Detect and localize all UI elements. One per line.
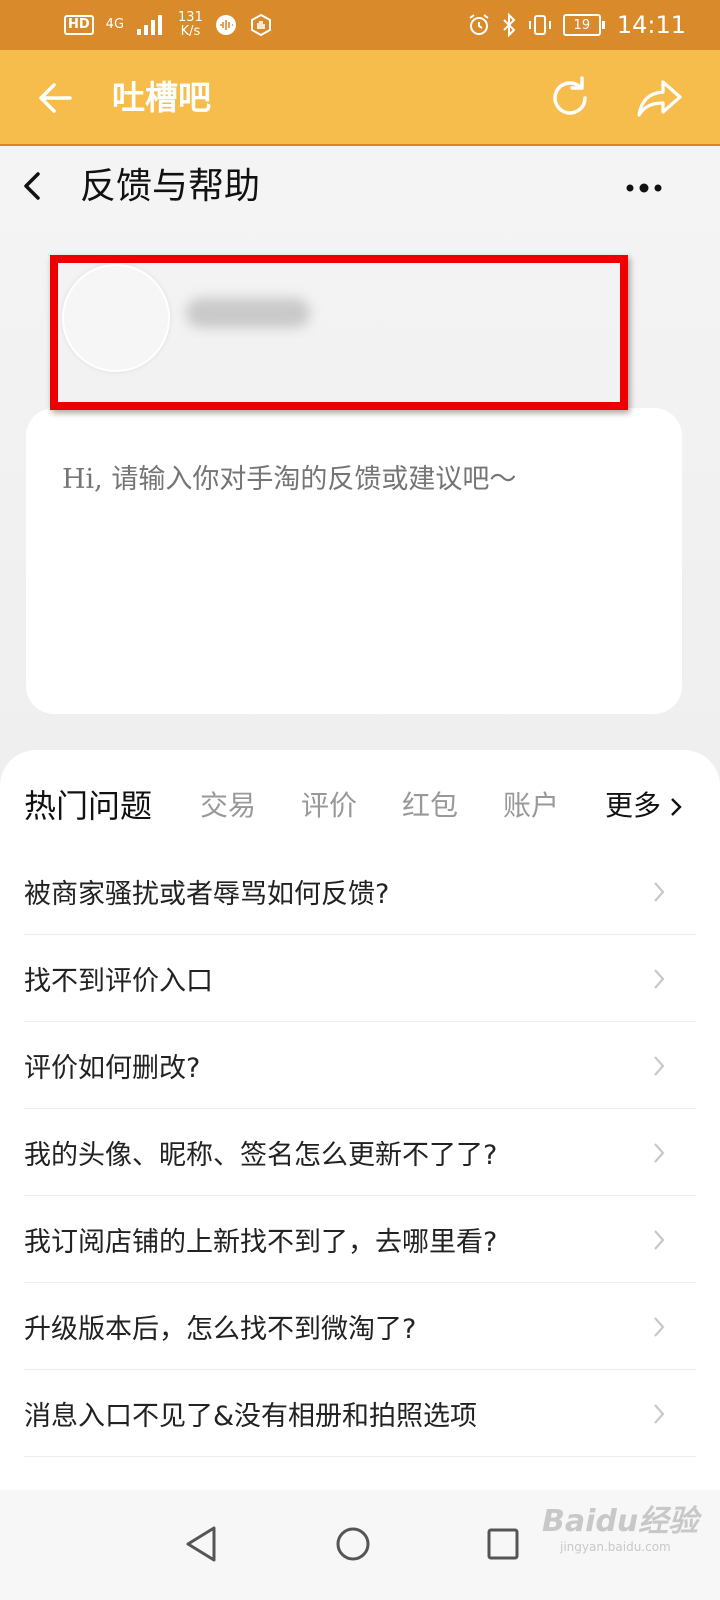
status-left-group: HD 4G 131 K/s (64, 0, 273, 50)
question-item[interactable]: 我的头像、昵称、签名怎么更新不了了? (24, 1109, 696, 1196)
hot-questions-panel: 热门问题 交易 评价 红包 账户 更多 被商家骚扰或者辱骂如何反馈? 找不到评价… (0, 750, 720, 1490)
question-text: 找不到评价入口 (24, 965, 213, 997)
nav-recents-icon[interactable] (477, 1518, 529, 1570)
chevron-right-icon (654, 969, 665, 989)
vibrate-icon (528, 15, 551, 35)
tab-review[interactable]: 评价 (301, 778, 357, 834)
clock: 14:11 (616, 11, 686, 39)
hd-indicator: HD (64, 15, 94, 35)
chevron-left-icon[interactable] (18, 166, 48, 206)
bluetooth-icon (503, 13, 516, 37)
share-icon[interactable] (636, 74, 684, 122)
hot-questions-title: 热门问题 (24, 787, 153, 825)
status-bar: HD 4G 131 K/s 19 14:11 (0, 0, 720, 50)
highlight-annotation-box (50, 255, 628, 410)
chevron-right-icon (654, 1230, 665, 1250)
question-tabs: 热门问题 交易 评价 红包 账户 更多 (0, 778, 720, 834)
page-nav: 反馈与帮助 (0, 146, 720, 232)
question-item[interactable]: 评价如何删改? (24, 1022, 696, 1109)
network-type: 4G (105, 17, 125, 32)
tab-account[interactable]: 账户 (503, 778, 559, 834)
tab-trade[interactable]: 交易 (200, 778, 256, 834)
back-arrow-icon[interactable] (34, 76, 78, 120)
question-list: 被商家骚扰或者辱骂如何反馈? 找不到评价入口 评价如何删改? 我的头像、昵称、签… (24, 848, 696, 1457)
question-text: 升级版本后，怎么找不到微淘了? (24, 1313, 417, 1345)
page-title: 反馈与帮助 (80, 166, 261, 207)
status-right-group: 19 14:11 (467, 0, 686, 50)
question-text: 评价如何删改? (24, 1052, 201, 1084)
hand-app-icon (250, 13, 271, 37)
alarm-icon (469, 14, 489, 35)
chevron-right-icon (654, 882, 665, 902)
nav-back-icon[interactable] (176, 1518, 228, 1570)
feedback-card (26, 408, 682, 714)
more-dots-icon[interactable] (624, 174, 668, 202)
question-text: 消息入口不见了&没有相册和拍照选项 (24, 1400, 478, 1432)
chevron-right-icon (654, 1317, 665, 1337)
question-text: 我订阅店铺的上新找不到了，去哪里看? (24, 1226, 498, 1258)
question-text: 我的头像、昵称、签名怎么更新不了了? (24, 1139, 498, 1171)
tab-red-packet[interactable]: 红包 (402, 778, 458, 834)
baidu-watermark-url: jingyan.baidu.com (560, 1540, 671, 1554)
nav-home-icon[interactable] (327, 1518, 379, 1570)
more-button[interactable]: 更多 (605, 778, 682, 834)
baidu-watermark: Baidu经验 (542, 1504, 699, 1539)
feedback-input[interactable] (60, 448, 654, 510)
refresh-icon[interactable] (546, 74, 594, 122)
signal-icon (137, 15, 163, 35)
battery-indicator: 19 (562, 14, 605, 36)
question-item[interactable]: 升级版本后，怎么找不到微淘了? (24, 1283, 696, 1370)
network-speed-unit: K/s (180, 24, 201, 39)
question-text: 被商家骚扰或者辱骂如何反馈? (24, 878, 390, 910)
chevron-right-icon (654, 1404, 665, 1424)
question-item[interactable]: 被商家骚扰或者辱骂如何反馈? (24, 848, 696, 935)
more-label: 更多 (605, 789, 662, 822)
chevron-right-icon (654, 1143, 665, 1163)
chevron-right-icon (654, 1056, 665, 1076)
header-title: 吐槽吧 (112, 78, 211, 117)
chevron-right-icon (671, 798, 682, 816)
question-item[interactable]: 找不到评价入口 (24, 935, 696, 1022)
audio-app-icon (215, 15, 236, 35)
app-header: 吐槽吧 (0, 50, 720, 146)
network-speed-value: 131 (178, 10, 203, 25)
question-item[interactable]: 我订阅店铺的上新找不到了，去哪里看? (24, 1196, 696, 1283)
question-item[interactable]: 消息入口不见了&没有相册和拍照选项 (24, 1370, 696, 1457)
network-speed: 131 K/s (178, 11, 203, 39)
